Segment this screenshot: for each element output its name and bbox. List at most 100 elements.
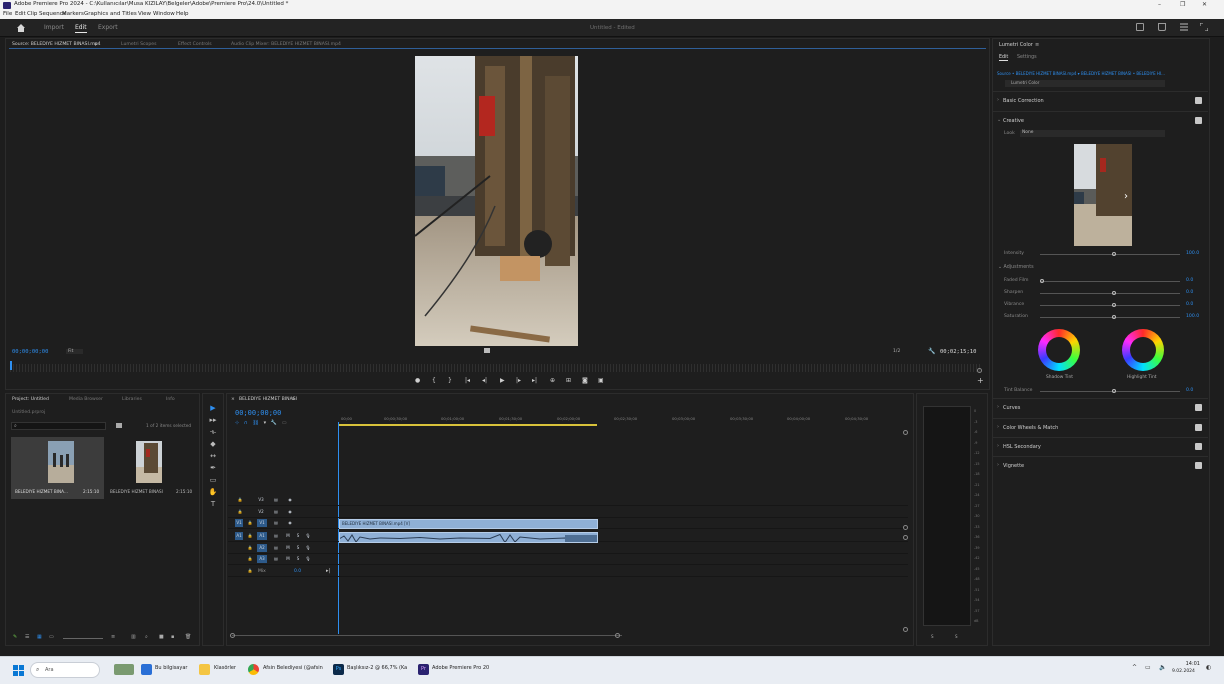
fullscreen-icon[interactable] — [1200, 23, 1208, 31]
track-v3[interactable]: 🔒 V3 ▤ ◉ — [228, 496, 908, 506]
adjustments-header[interactable]: ⌄ Adjustments — [998, 265, 1034, 270]
vertical-zoom-handle[interactable] — [903, 430, 908, 435]
captions-icon[interactable]: ▭ — [282, 420, 287, 426]
tab-sequence[interactable]: BELEDIYE HIZMET BINASI — [239, 397, 297, 402]
tab-media-browser[interactable]: Media Browser — [69, 397, 103, 402]
checkbox-checked-icon[interactable] — [1195, 404, 1202, 411]
snap-icon[interactable]: ∩ — [244, 420, 248, 426]
lumetri-title[interactable]: Lumetri Color — [999, 42, 1033, 48]
taskbar-search-input[interactable]: ⌕ Ara — [30, 662, 100, 678]
premiere-icon[interactable]: Pr — [418, 664, 429, 675]
section-vignette[interactable]: › Vignette — [993, 456, 1208, 474]
new-item-icon[interactable]: ▪ — [171, 634, 174, 640]
mark-in-icon[interactable]: { — [432, 377, 436, 384]
sync-icon[interactable]: ▤ — [272, 544, 280, 552]
export-frame-icon[interactable]: ◙ — [582, 377, 588, 384]
eye-icon[interactable]: ◉ — [286, 496, 294, 504]
lock-icon[interactable]: 🔒 — [236, 508, 244, 516]
vertical-zoom-handle[interactable] — [903, 627, 908, 632]
wrench-icon[interactable]: 🔧 — [271, 420, 277, 426]
sync-icon[interactable]: ▤ — [272, 532, 280, 540]
track-label[interactable]: A1 — [257, 532, 267, 540]
tint-balance-value[interactable]: 0.0 — [1186, 388, 1193, 393]
track-a3[interactable]: 🔒 A3 ▤ M S 🎙 — [228, 555, 908, 565]
step-forward-icon[interactable]: |▸ — [516, 377, 521, 384]
clock-time[interactable]: 14:01 — [1180, 661, 1200, 667]
mic-icon[interactable]: 🎙 — [304, 532, 312, 540]
volume-icon[interactable]: 🔈 — [1159, 664, 1166, 671]
effect-dropdown[interactable]: Lumetri Color — [1005, 80, 1165, 87]
intensity-value[interactable]: 100.0 — [1186, 251, 1199, 256]
minimize-button[interactable]: – — [1158, 1, 1161, 8]
checkbox-checked-icon[interactable] — [1195, 462, 1202, 469]
taskbar-item[interactable]: Başlıksız-2 @ 66,7% (Ka — [347, 665, 407, 671]
type-tool-icon[interactable]: T — [203, 498, 223, 510]
tab-effect-controls[interactable]: Effect Controls — [178, 42, 212, 47]
project-item[interactable]: BELEDIYE HIZMET BINASI 2:15:10 — [106, 437, 199, 499]
freeform-view-icon[interactable]: ▭ — [49, 634, 54, 640]
intensity-slider[interactable] — [1040, 252, 1180, 256]
section-hsl-secondary[interactable]: › HSL Secondary — [993, 437, 1208, 455]
menu-edit[interactable]: Edit — [15, 11, 26, 17]
section-color-wheels[interactable]: › Color Wheels & Match — [993, 418, 1208, 436]
lumetri-source-line[interactable]: Source • BELEDIYE HIZMET BINASI.mp4 ▾ BE… — [997, 71, 1207, 76]
track-label[interactable]: A3 — [257, 555, 267, 563]
close-button[interactable]: ✕ — [1202, 1, 1207, 8]
widgets-icon[interactable] — [114, 664, 134, 675]
project-search-input[interactable]: ⌕ — [11, 422, 106, 430]
mic-icon[interactable]: 🎙 — [304, 544, 312, 552]
source-patch-v1[interactable]: V1 — [235, 519, 243, 527]
mark-out-icon[interactable]: } — [448, 377, 452, 384]
lock-icon[interactable]: 🔒 — [246, 544, 254, 552]
vibrance-value[interactable]: 0.0 — [1186, 302, 1193, 307]
menu-help[interactable]: Help — [176, 11, 189, 17]
source-timecode[interactable]: 00;00;00;00 — [12, 349, 48, 355]
lumetri-menu-icon[interactable]: ≡ — [1035, 42, 1039, 48]
tab-import[interactable]: Import — [44, 24, 64, 31]
lock-icon[interactable]: 🔒 — [236, 496, 244, 504]
saturation-value[interactable]: 100.0 — [1186, 314, 1199, 319]
look-preview-thumbnail[interactable]: › — [1074, 144, 1132, 246]
checkbox-checked-icon[interactable] — [1195, 424, 1202, 431]
selection-tool-icon[interactable]: ▶ — [203, 402, 223, 414]
menu-graphics[interactable]: Graphics and Titles — [84, 11, 137, 17]
lumetri-tab-edit[interactable]: Edit — [999, 55, 1009, 61]
timeline-timecode[interactable]: 00;00;00;00 — [235, 409, 281, 417]
sequence-menu-icon[interactable]: ≡ — [291, 397, 295, 402]
lumetri-tab-settings[interactable]: Settings — [1017, 55, 1037, 60]
slip-icon[interactable]: ↔ — [203, 450, 223, 462]
zoom-handle[interactable] — [977, 368, 982, 373]
tint-balance-slider[interactable] — [1040, 389, 1180, 393]
solo-button[interactable]: S — [294, 544, 302, 552]
checkbox-checked-icon[interactable] — [1195, 97, 1202, 104]
section-creative[interactable]: ⌄ Creative — [993, 111, 1208, 129]
menu-file[interactable]: File — [3, 11, 12, 17]
track-select-icon[interactable]: ▸▸ — [203, 414, 223, 426]
workspace-icon[interactable] — [1136, 23, 1144, 31]
faded-film-slider[interactable] — [1040, 279, 1180, 283]
notification-icon[interactable]: ◐ — [1206, 664, 1211, 671]
network-icon[interactable]: ▭ — [1145, 664, 1151, 671]
track-label[interactable]: A2 — [257, 544, 267, 552]
sync-icon[interactable]: ▤ — [272, 496, 280, 504]
track-label[interactable]: V1 — [257, 519, 267, 527]
play-icon[interactable]: ▶ — [500, 377, 505, 384]
eye-icon[interactable]: ◉ — [286, 508, 294, 516]
saturation-slider[interactable] — [1040, 315, 1180, 319]
vertical-zoom-handle[interactable] — [903, 525, 908, 530]
pen-icon[interactable]: ✒ — [203, 462, 223, 474]
chrome-icon[interactable] — [248, 664, 259, 675]
taskbar-item[interactable]: Bu bilgisayar — [155, 665, 187, 671]
sort-icon[interactable]: ≡ — [111, 634, 115, 640]
this-pc-icon[interactable] — [141, 664, 152, 675]
source-time-ruler[interactable] — [10, 364, 980, 372]
list-view-icon[interactable]: ☰ — [25, 634, 29, 640]
section-basic-correction[interactable]: › Basic Correction — [993, 91, 1208, 109]
zoom-slider[interactable] — [63, 638, 103, 639]
vibrance-slider[interactable] — [1040, 303, 1180, 307]
menu-view[interactable]: View — [138, 11, 151, 17]
go-to-out-icon[interactable]: ▸| — [532, 377, 537, 384]
source-tab-menu-icon[interactable]: ≡ — [94, 42, 98, 47]
lock-icon[interactable]: 🔒 — [246, 519, 254, 527]
source-scale-dropdown[interactable]: 1/2 — [893, 349, 900, 354]
